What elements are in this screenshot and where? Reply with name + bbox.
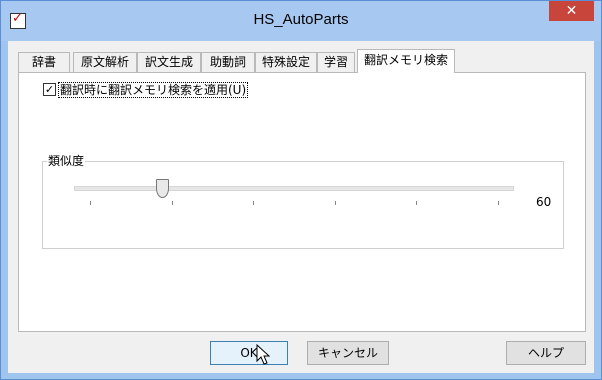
slider-tick <box>253 201 255 205</box>
slider-tick <box>416 201 418 205</box>
tab-translation-generation[interactable]: 訳文生成 <box>137 52 201 72</box>
tab-source-analysis[interactable]: 原文解析 <box>73 52 137 72</box>
tab-translation-memory-search[interactable]: 翻訳メモリ検索 <box>357 49 455 73</box>
slider-tick <box>334 201 336 205</box>
apply-tm-search-checkbox[interactable]: ✓ <box>43 83 56 96</box>
tab-learning[interactable]: 学習 <box>317 52 355 72</box>
title-bar[interactable]: ✓ HS_AutoParts ✕ <box>1 1 601 41</box>
similarity-slider-track[interactable] <box>74 186 514 191</box>
similarity-slider-thumb[interactable] <box>155 179 169 198</box>
close-button[interactable]: ✕ <box>549 1 594 21</box>
slider-tick <box>498 201 499 205</box>
cancel-button[interactable]: キャンセル <box>307 341 389 365</box>
window-title: HS_AutoParts <box>253 11 349 28</box>
help-button[interactable]: ヘルプ <box>506 341 586 365</box>
tab-dictionary[interactable]: 辞書 <box>18 52 70 72</box>
tab-auxiliary-verb[interactable]: 助動詞 <box>201 52 255 72</box>
tab-special-settings[interactable]: 特殊設定 <box>255 52 317 72</box>
apply-tm-search-label[interactable]: 翻訳時に翻訳メモリ検索を適用(U) <box>58 82 249 98</box>
ok-button[interactable]: OK <box>210 341 288 365</box>
client-area: 辞書 原文解析 訳文生成 助動詞 特殊設定 学習 翻訳メモリ検索 ✓ 翻訳時に翻… <box>8 41 594 373</box>
mouse-pointer-icon <box>256 344 271 365</box>
checkmark-icon: ✓ <box>44 83 55 96</box>
slider-tick <box>171 201 173 205</box>
similarity-group-label: 類似度 <box>47 153 86 169</box>
similarity-group: 類似度 60 <box>42 153 564 249</box>
dialog-window: ✓ HS_AutoParts ✕ 辞書 原文解析 訳文生成 助動詞 特殊設定 学… <box>0 0 602 380</box>
similarity-value: 60 <box>536 195 552 209</box>
slider-tick <box>90 201 91 205</box>
close-icon: ✕ <box>565 3 578 19</box>
tab-panel: ✓ 翻訳時に翻訳メモリ検索を適用(U) 類似度 60 <box>18 72 586 332</box>
